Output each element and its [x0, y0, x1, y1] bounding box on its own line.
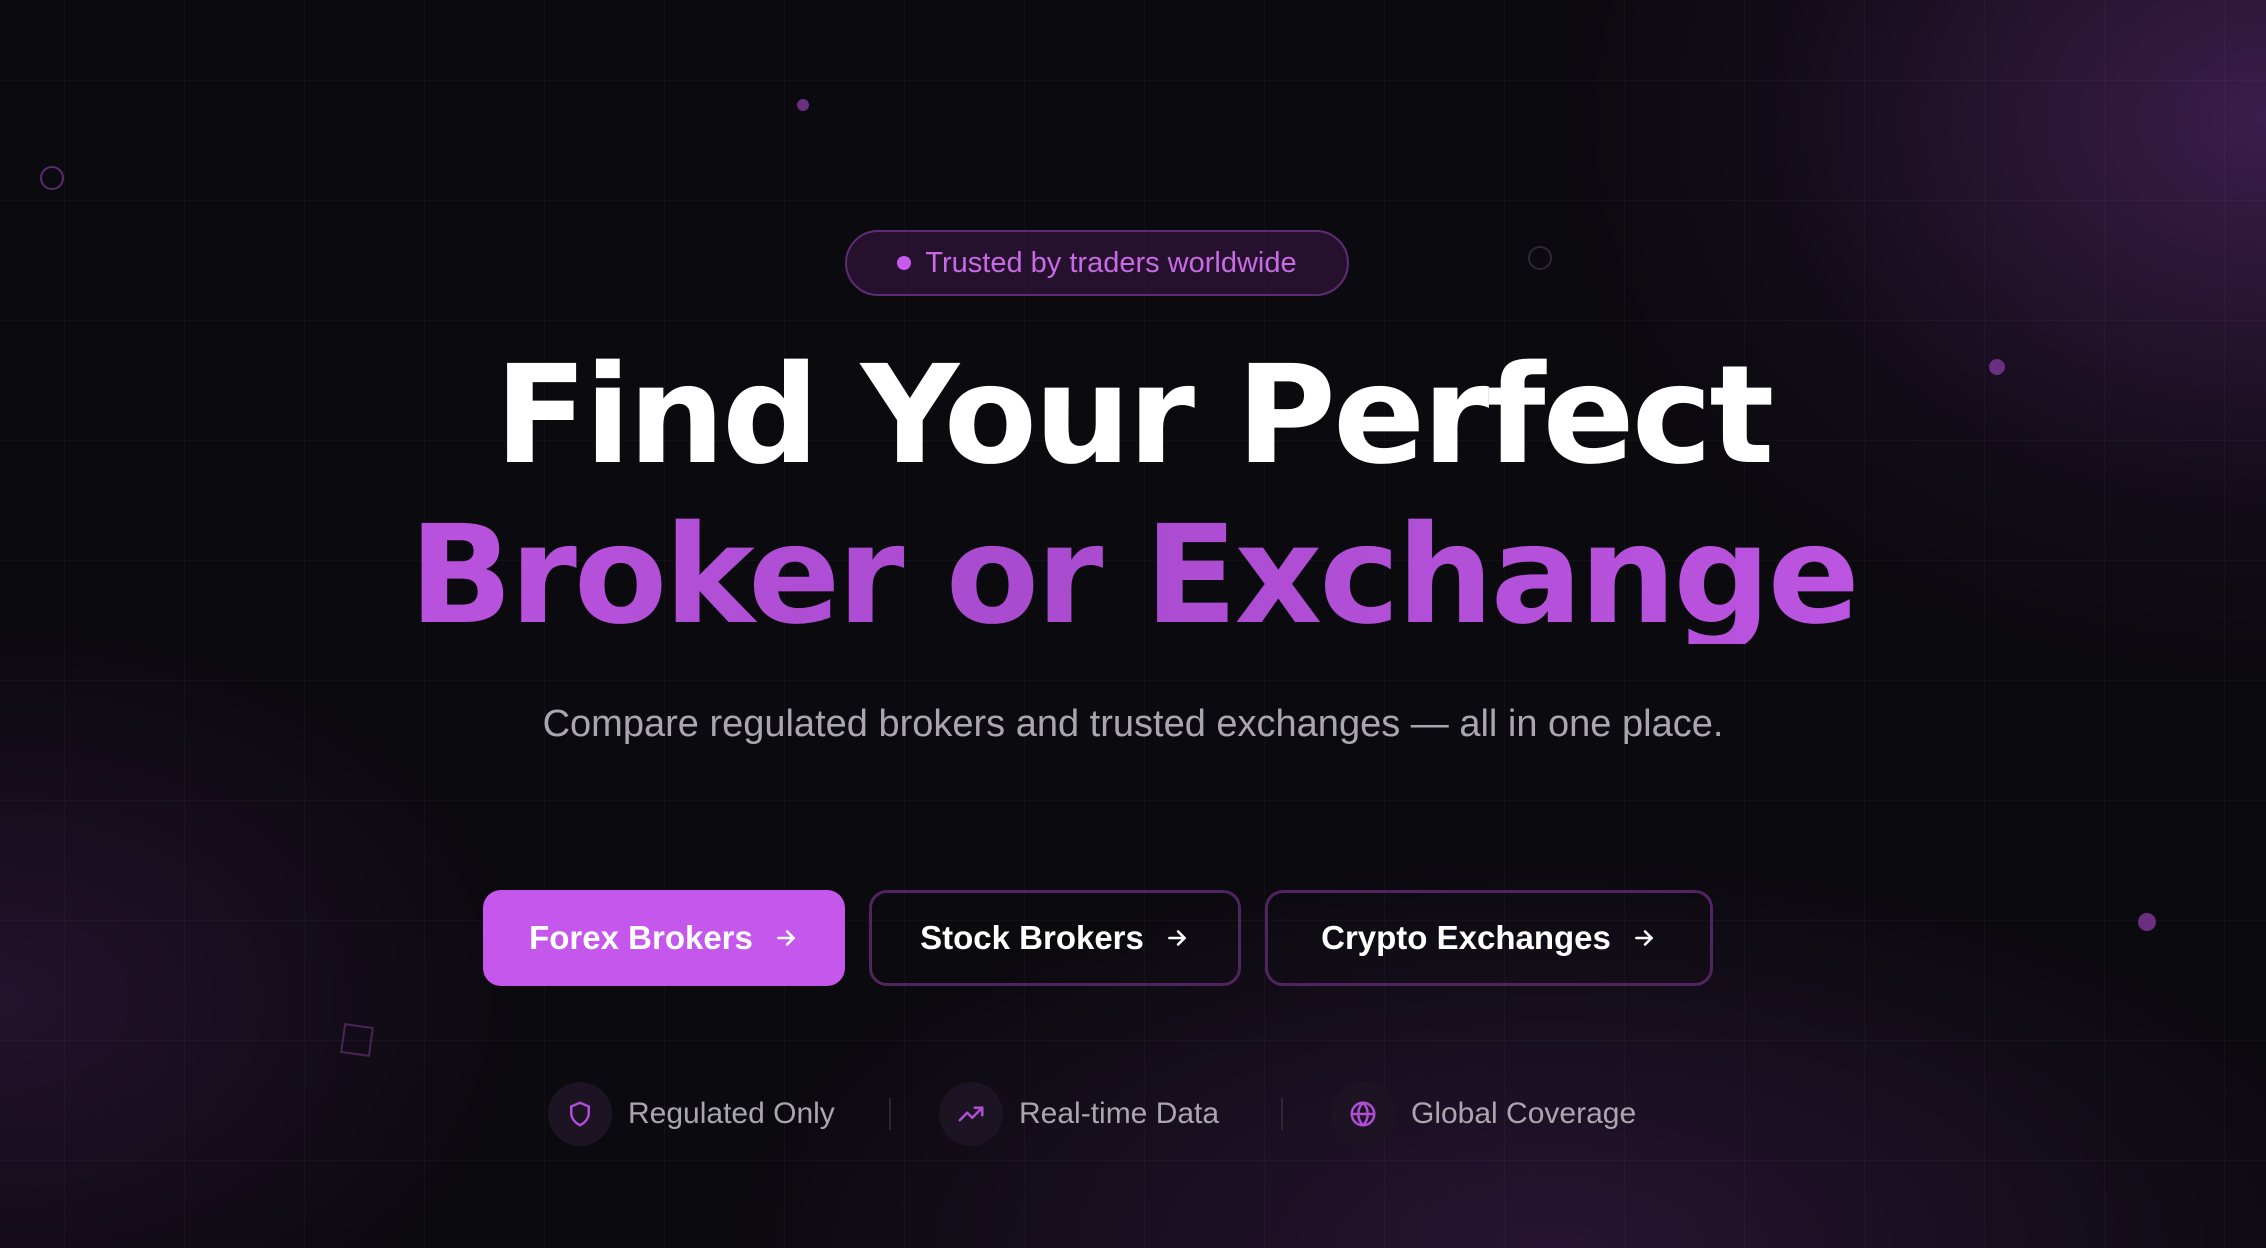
stock-brokers-button[interactable]: Stock Brokers: [869, 890, 1241, 986]
trending-up-icon: [939, 1082, 1003, 1146]
hero-section: Trusted by traders worldwide Find Your P…: [0, 0, 2266, 1248]
hero-subtitle: Compare regulated brokers and trusted ex…: [542, 703, 1724, 745]
headline-line-2: Broker or Exchange: [0, 508, 2266, 644]
arrow-right-icon: [1167, 930, 1186, 946]
feature-label: Global Coverage: [1411, 1097, 1637, 1130]
crypto-exchanges-button[interactable]: Crypto Exchanges: [1265, 890, 1713, 986]
feature-divider: [1281, 1098, 1283, 1130]
shield-icon: [548, 1082, 612, 1146]
feature-list: Regulated Only Real-time Data Global Cov…: [0, 1082, 2266, 1146]
crypto-exchanges-button-label: Crypto Exchanges: [1321, 919, 1611, 956]
feature-global: Global Coverage: [1331, 1082, 1636, 1146]
arrow-right-icon: [1634, 930, 1653, 946]
hero-content: Trusted by traders worldwide Find Your P…: [0, 0, 2266, 1248]
feature-realtime: Real-time Data: [939, 1082, 1219, 1146]
trust-badge: Trusted by traders worldwide: [845, 230, 1349, 296]
feature-label: Real-time Data: [1019, 1097, 1220, 1130]
headline-line-1: Find Your Perfect: [494, 337, 1775, 495]
badge-dot-icon: [897, 256, 912, 270]
feature-label: Regulated Only: [628, 1097, 835, 1130]
arrow-right-icon: [776, 930, 795, 946]
globe-icon: [1331, 1082, 1395, 1146]
forex-brokers-button[interactable]: Forex Brokers: [483, 890, 845, 986]
forex-brokers-button-label: Forex Brokers: [529, 919, 753, 956]
stock-brokers-button-label: Stock Brokers: [920, 919, 1144, 956]
trust-badge-label: Trusted by traders worldwide: [925, 246, 1297, 279]
feature-regulated: Regulated Only: [548, 1082, 835, 1146]
feature-divider: [889, 1098, 891, 1130]
